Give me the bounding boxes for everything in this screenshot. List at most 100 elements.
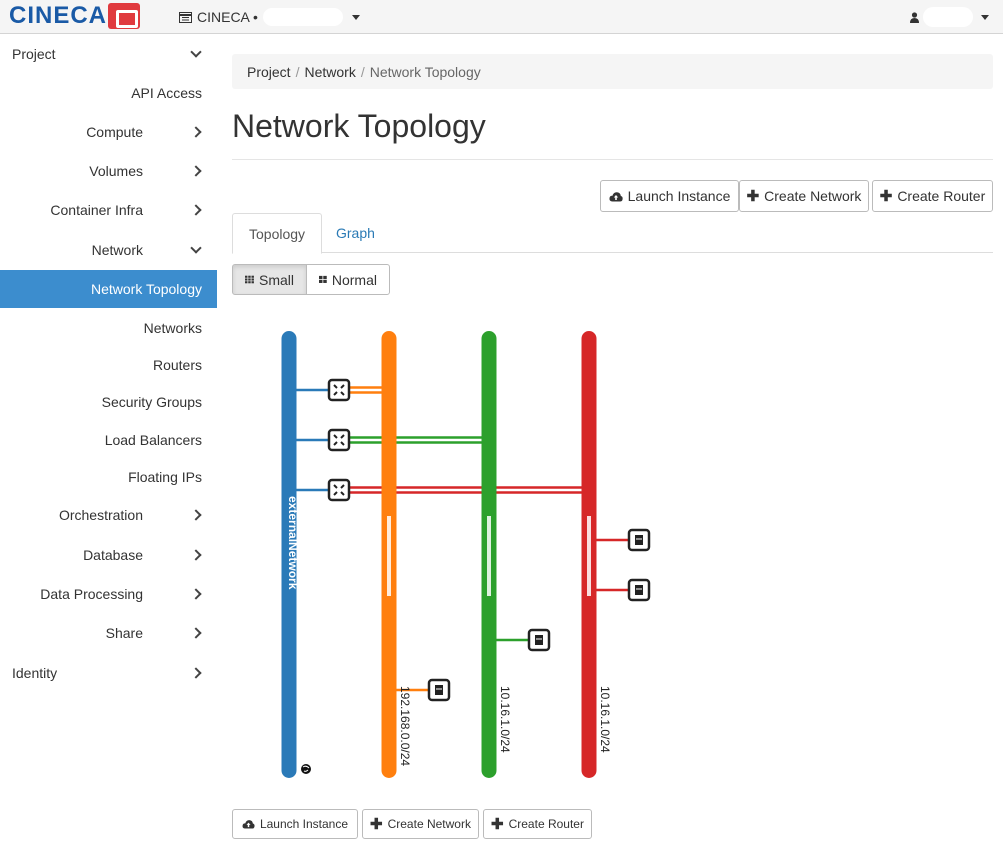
sidebar-item-volumes[interactable]: Volumes	[0, 152, 217, 190]
project-switcher-label: CINECA •	[197, 9, 258, 25]
network-cidr-label: 10.16.1.0/24	[598, 686, 612, 753]
sidebar-item-data-processing[interactable]: Data Processing	[0, 575, 217, 613]
normal-view-toggle[interactable]: Normal	[306, 264, 390, 295]
sidebar-item-label: Network Topology	[90, 281, 202, 297]
launch-instance-label: Launch Instance	[627, 188, 731, 204]
sidebar-item-label: Data Processing	[40, 586, 143, 602]
chevron-right-icon	[190, 627, 202, 639]
create-network-button-bottom[interactable]: ✚ Create Network	[362, 809, 479, 839]
plus-icon: ✚	[370, 816, 383, 833]
sidebar-item-network[interactable]: Network	[0, 231, 217, 269]
redacted-network-name	[487, 516, 491, 596]
sidebar-item-identity[interactable]: Identity	[0, 654, 217, 692]
network-cidr-label: 192.168.0.0/24	[398, 686, 412, 766]
breadcrumb-project[interactable]: Project	[247, 64, 291, 80]
chevron-right-icon	[190, 549, 202, 561]
sidebar-item-network-topology[interactable]: Network Topology	[0, 270, 217, 308]
breadcrumb-separator: /	[360, 63, 365, 80]
plus-icon: ✚	[746, 188, 760, 205]
redacted-network-name	[387, 516, 391, 596]
create-network-label: Create Network	[387, 817, 471, 831]
breadcrumb-separator: /	[295, 63, 300, 80]
chevron-down-icon	[190, 242, 202, 254]
launch-instance-button[interactable]: Launch Instance	[600, 180, 739, 212]
create-router-button-bottom[interactable]: ✚ Create Router	[483, 809, 592, 839]
tab-graph[interactable]: Graph	[320, 213, 391, 253]
sidebar-item-compute[interactable]: Compute	[0, 113, 217, 151]
sidebar-item-label: Volumes	[89, 163, 143, 179]
launch-instance-label: Launch Instance	[259, 817, 349, 831]
user-menu[interactable]	[910, 7, 989, 27]
brand-logo[interactable]: CINECA	[9, 2, 141, 30]
caret-down-icon	[981, 14, 989, 20]
sidebar-item-orchestration[interactable]: Orchestration	[0, 496, 217, 534]
network-topology-canvas: externalNetwork 192.168.0.0/24 10.16.1.0/2…	[281, 331, 651, 778]
router-icon[interactable]	[327, 478, 351, 502]
network-name-label: externalNetwork	[286, 496, 300, 590]
sidebar-item-label: Security Groups	[101, 394, 202, 410]
normal-view-label: Normal	[331, 271, 377, 288]
create-network-button[interactable]: ✚ Create Network	[739, 180, 869, 212]
sidebar-item-label: Routers	[152, 357, 202, 373]
sidebar-item-project[interactable]: Project	[0, 35, 217, 73]
sidebar-item-networks[interactable]: Networks	[0, 309, 217, 347]
caret-down-icon	[351, 14, 360, 20]
project-switcher[interactable]: CINECA •	[179, 8, 360, 26]
sidebar-item-label: Floating IPs	[128, 469, 202, 485]
instance-server-icon[interactable]	[427, 678, 451, 702]
page-title: Network Topology	[232, 108, 486, 144]
sidebar-item-load-balancers[interactable]: Load Balancers	[0, 421, 217, 459]
sidebar-item-label: Identity	[12, 665, 58, 681]
redacted-network-name	[587, 516, 591, 596]
chevron-right-icon	[190, 204, 202, 216]
th-grid-icon	[245, 275, 254, 284]
chevron-right-icon	[190, 588, 202, 600]
sidebar-item-database[interactable]: Database	[0, 536, 217, 574]
chevron-right-icon	[190, 667, 202, 679]
chevron-right-icon	[190, 165, 202, 177]
sidebar-item-label: Load Balancers	[104, 432, 202, 448]
router-icon[interactable]	[327, 428, 351, 452]
sidebar-item-label: API Access	[131, 85, 202, 101]
breadcrumb-current: Network Topology	[369, 63, 481, 80]
tab-topology[interactable]: Topology	[232, 213, 323, 254]
breadcrumb-network[interactable]: Network	[304, 64, 355, 80]
sidebar-item-api-access[interactable]: API Access	[0, 74, 217, 112]
sidebar-item-label: Network	[91, 242, 143, 258]
sidebar-item-label: Orchestration	[58, 507, 143, 523]
brand-name: CINECA	[9, 2, 108, 29]
redacted-username	[923, 7, 973, 27]
top-navbar: CINECA CINECA •	[0, 0, 1003, 34]
th-large-icon	[319, 275, 327, 283]
create-router-button[interactable]: ✚ Create Router	[872, 180, 993, 212]
small-view-toggle[interactable]: Small	[232, 264, 307, 295]
sidebar-item-security-groups[interactable]: Security Groups	[0, 383, 217, 421]
sidebar-item-label: Share	[105, 625, 143, 641]
view-tabs: Topology Graph	[232, 213, 993, 254]
cloud-upload-icon	[609, 191, 623, 201]
sidebar-item-label: Container Infra	[50, 202, 143, 218]
openstack-logo-icon	[108, 3, 141, 29]
launch-instance-button-bottom[interactable]: Launch Instance	[232, 809, 358, 839]
sidebar-item-share[interactable]: Share	[0, 614, 217, 652]
instance-server-icon[interactable]	[627, 528, 651, 552]
instance-server-icon[interactable]	[527, 628, 551, 652]
instance-server-icon[interactable]	[627, 578, 651, 602]
plus-icon: ✚	[491, 816, 504, 833]
breadcrumb: Project / Network / Network Topology	[232, 54, 993, 89]
redacted-project-name	[262, 8, 343, 26]
chevron-right-icon	[190, 509, 202, 521]
sidebar-item-label: Database	[83, 547, 143, 563]
project-icon	[179, 11, 192, 23]
small-view-label: Small	[258, 271, 294, 288]
sidebar-item-routers[interactable]: Routers	[0, 346, 217, 384]
title-divider	[232, 159, 993, 160]
chevron-down-icon	[190, 46, 202, 58]
sidebar-item-floating-ips[interactable]: Floating IPs	[0, 458, 217, 496]
create-router-label: Create Router	[897, 188, 986, 204]
router-icon[interactable]	[327, 378, 351, 402]
sidebar-item-label: Project	[12, 46, 56, 62]
network-cidr-label: 10.16.1.0/24	[498, 686, 512, 753]
create-router-label: Create Router	[508, 817, 584, 831]
sidebar-item-container-infra[interactable]: Container Infra	[0, 191, 217, 229]
